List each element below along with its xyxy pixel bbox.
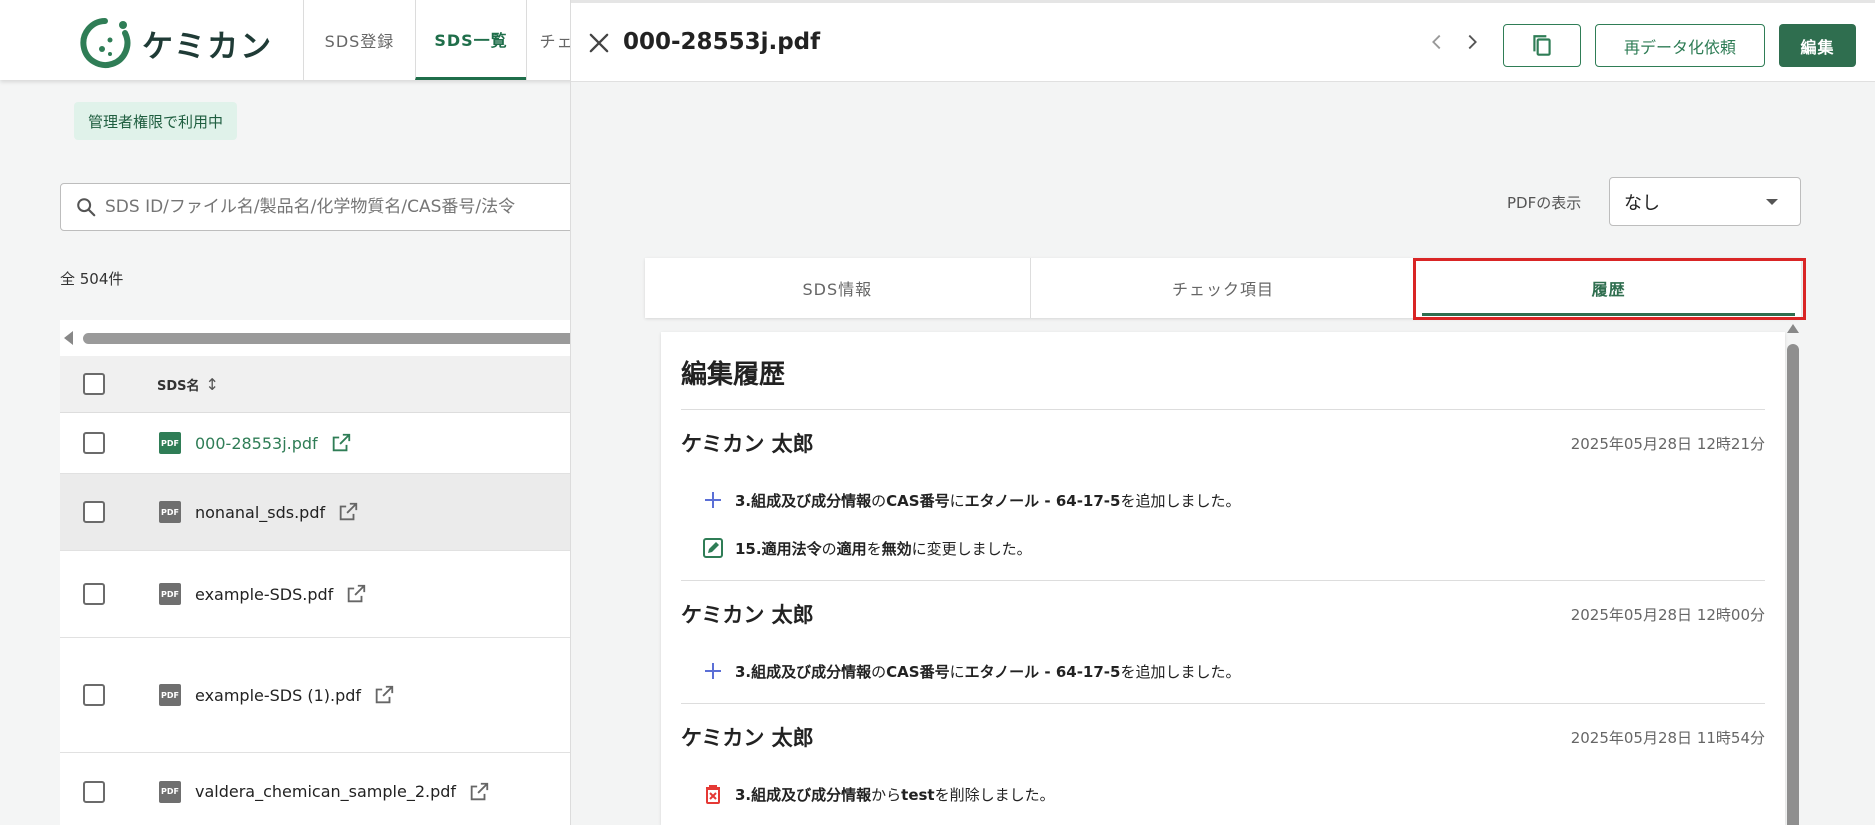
- horizontal-scrollbar[interactable]: [60, 320, 600, 356]
- history-entry: ケミカン 太郎 2025年05月28日 12時00分 3.組成及び成分情報のCA…: [681, 581, 1765, 704]
- row-checkbox[interactable]: [83, 432, 105, 454]
- file-name-link[interactable]: example-SDS.pdf: [195, 585, 333, 604]
- vertical-scrollbar[interactable]: [1785, 324, 1801, 825]
- history-title: 編集履歴: [681, 332, 1765, 410]
- sort-icon[interactable]: ↕: [206, 375, 219, 394]
- pdf-display-label: PDFの表示: [1507, 194, 1582, 212]
- tab-check-items[interactable]: チェック項目: [1031, 258, 1417, 318]
- row-checkbox[interactable]: [83, 501, 105, 523]
- history-user: ケミカン 太郎: [681, 432, 814, 456]
- drawer-header: 000-28553j.pdf 再データ化依頼 編集: [571, 0, 1875, 82]
- pdf-display-select[interactable]: なし: [1609, 177, 1801, 226]
- row-checkbox[interactable]: [83, 684, 105, 706]
- pdf-file-icon: PDF: [159, 780, 181, 803]
- tab-history[interactable]: 履歴: [1416, 258, 1801, 318]
- history-panel: 編集履歴 ケミカン 太郎 2025年05月28日 12時21分 3.組成及び成分…: [661, 332, 1785, 825]
- search-input[interactable]: [105, 197, 585, 217]
- tab-sds-info[interactable]: SDS情報: [645, 258, 1031, 318]
- column-header-sds-name[interactable]: SDS名: [157, 375, 200, 394]
- external-link-icon[interactable]: [468, 781, 490, 803]
- pdf-file-icon: PDF: [159, 684, 181, 706]
- external-link-icon[interactable]: [345, 583, 367, 605]
- dropdown-caret-icon: [1766, 199, 1778, 205]
- close-icon[interactable]: [585, 29, 613, 57]
- history-change: 3.組成及び成分情報のCAS番号にエタノール - 64-17-5を追加しました。: [681, 476, 1765, 524]
- history-change: 3.組成及び成分情報のCAS番号にエタノール - 64-17-5を追加しました。: [681, 647, 1765, 695]
- history-date: 2025年05月28日 12時00分: [1570, 605, 1765, 624]
- sds-detail-drawer: 000-28553j.pdf 再データ化依頼 編集 PDFの表示 なし SDS情…: [570, 0, 1875, 825]
- pdf-file-icon: PDF: [159, 432, 181, 454]
- history-entry: ケミカン 太郎 2025年05月28日 11時54分 3.組成及び成分情報からt…: [681, 704, 1765, 818]
- chemican-logo-icon: [78, 16, 132, 70]
- select-all-checkbox[interactable]: [83, 373, 105, 395]
- edit-icon: [703, 538, 723, 558]
- external-link-icon[interactable]: [337, 501, 359, 523]
- copy-button[interactable]: [1503, 24, 1581, 67]
- row-checkbox[interactable]: [83, 583, 105, 605]
- table-header: SDS名 ↕: [60, 356, 600, 413]
- external-link-icon[interactable]: [373, 684, 395, 706]
- history-entry: ケミカン 太郎 2025年05月28日 12時21分 3.組成及び成分情報のCA…: [681, 410, 1765, 581]
- add-icon: [705, 492, 721, 508]
- app-logo[interactable]: ケミカン: [78, 16, 273, 70]
- scroll-up-icon[interactable]: [1787, 324, 1799, 333]
- history-change: 3.組成及び成分情報からtestを削除しました。: [681, 770, 1765, 818]
- external-link-icon[interactable]: [330, 432, 352, 454]
- pdf-file-icon: PDF: [159, 501, 181, 523]
- admin-badge: 管理者権限で利用中: [74, 102, 238, 140]
- history-user: ケミカン 太郎: [681, 726, 814, 750]
- history-date: 2025年05月28日 12時21分: [1570, 434, 1765, 453]
- drawer-title: 000-28553j.pdf: [623, 29, 821, 55]
- history-change: 15.適用法令の適用を無効に変更しました。: [681, 524, 1765, 572]
- row-checkbox[interactable]: [83, 780, 105, 803]
- app-name: ケミカン: [142, 28, 274, 65]
- result-count: 全 504件: [60, 270, 124, 288]
- horizontal-scroll-thumb[interactable]: [83, 332, 583, 344]
- file-name-link[interactable]: nonanal_sds.pdf: [195, 503, 325, 522]
- search-box[interactable]: [60, 183, 600, 231]
- pdf-display-value: なし: [1624, 192, 1660, 214]
- file-name-link[interactable]: example-SDS (1).pdf: [195, 686, 361, 705]
- request-redata-button[interactable]: 再データ化依頼: [1595, 24, 1765, 67]
- nav-tab-sds-list[interactable]: SDS一覧: [415, 0, 526, 80]
- table-row[interactable]: PDF nonanal_sds.pdf: [60, 474, 600, 551]
- nav-tab-sds-register[interactable]: SDS登録: [303, 0, 415, 80]
- vertical-scroll-thumb[interactable]: [1787, 344, 1799, 825]
- pdf-file-icon: PDF: [159, 583, 181, 605]
- chevron-left-icon[interactable]: [1426, 31, 1448, 53]
- sds-table: SDS名 ↕ PDF 000-28553j.pdf PDF nonanal_sd…: [60, 320, 600, 825]
- add-icon: [705, 663, 721, 679]
- table-row[interactable]: PDF valdera_chemican_sample_2.pdf: [60, 753, 600, 825]
- table-row[interactable]: PDF example-SDS (1).pdf: [60, 638, 600, 753]
- detail-tabs: SDS情報 チェック項目 履歴: [645, 258, 1801, 318]
- edit-button[interactable]: 編集: [1779, 24, 1856, 67]
- file-name-link[interactable]: 000-28553j.pdf: [195, 434, 318, 453]
- history-user: ケミカン 太郎: [681, 603, 814, 627]
- table-row[interactable]: PDF example-SDS.pdf: [60, 551, 600, 638]
- chevron-right-icon[interactable]: [1461, 31, 1483, 53]
- search-icon: [77, 198, 96, 217]
- table-row[interactable]: PDF 000-28553j.pdf: [60, 413, 600, 474]
- scroll-left-icon[interactable]: [64, 331, 73, 345]
- file-name-link[interactable]: valdera_chemican_sample_2.pdf: [195, 782, 456, 801]
- delete-icon: [706, 785, 720, 804]
- history-date: 2025年05月28日 11時54分: [1570, 728, 1765, 747]
- copy-icon: [1533, 34, 1551, 56]
